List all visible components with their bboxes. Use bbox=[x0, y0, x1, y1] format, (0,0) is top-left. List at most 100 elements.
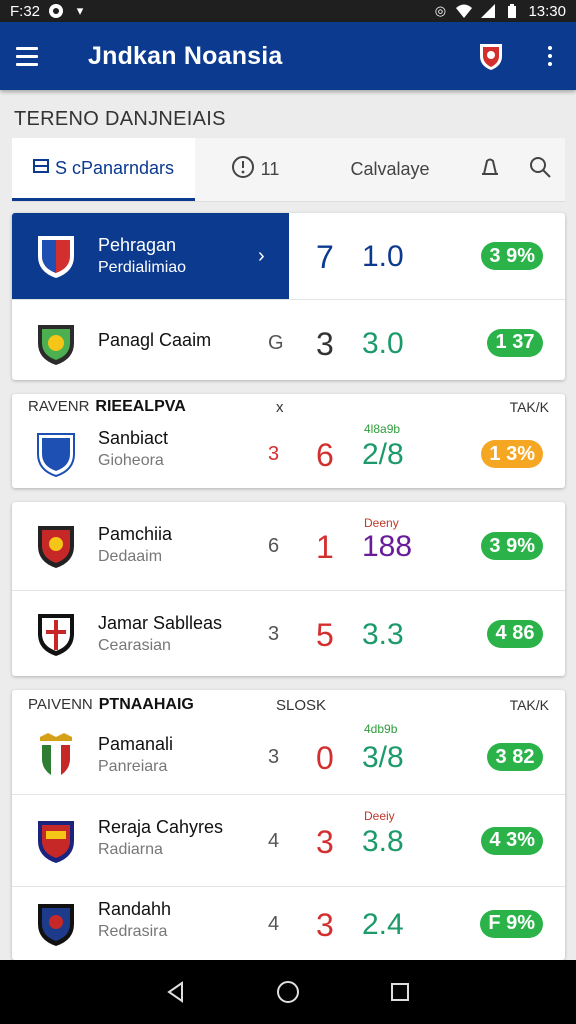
header-right: TAK/K bbox=[509, 697, 549, 713]
percent-badge: 4 3% bbox=[481, 826, 543, 855]
table-row[interactable]: Pamanali Panreiara 3 0 4db9b 3/8 3 82 bbox=[12, 720, 565, 794]
team-crest-icon bbox=[36, 430, 76, 478]
rank-number: 7 bbox=[316, 239, 334, 275]
notification-arrow-icon: ▾ bbox=[76, 3, 84, 18]
app-title: Jndkan Noansia bbox=[88, 41, 283, 70]
team-crest-icon bbox=[36, 522, 76, 570]
team-name: Reraja Cahyres bbox=[98, 817, 224, 837]
score-value: 3.0 bbox=[362, 326, 404, 360]
section-title: TERENO DANJNEIAIS bbox=[14, 108, 226, 130]
group-title: RIEEALPVA bbox=[95, 398, 186, 415]
more-vert-icon[interactable] bbox=[540, 46, 560, 66]
rank-number: 1 bbox=[316, 529, 334, 565]
system-nav-bar bbox=[0, 960, 576, 1024]
rank-number: 6 bbox=[316, 437, 334, 473]
app-bar: Jndkan Noansia bbox=[0, 22, 576, 90]
played-count: 3 bbox=[268, 622, 280, 645]
team-subtitle: Redrasira bbox=[98, 923, 168, 940]
team-name: Jamar Sablleas bbox=[98, 613, 223, 633]
vibrate-icon: ◎ bbox=[434, 3, 447, 18]
tab-calendar[interactable]: Calvalaye bbox=[315, 138, 465, 201]
tab-label: S cPanarndars bbox=[54, 157, 175, 178]
search-icon bbox=[528, 155, 552, 184]
status-clock: 13:30 bbox=[528, 2, 566, 20]
table-icon bbox=[32, 158, 49, 179]
match-card: Pehragan Perdialimiao › 7 1.0 3 9% Panag… bbox=[12, 213, 565, 380]
match-card: Pamchiia Dedaaim 6 1 Deeny 188 3 9% Jama… bbox=[12, 502, 565, 676]
header-label: RAVENR bbox=[28, 398, 90, 415]
played-count: 4 bbox=[268, 829, 280, 852]
table-row[interactable]: Jamar Sablleas Cearasian 3 5 3.3 4 86 bbox=[12, 590, 565, 676]
tab-standings[interactable]: S cPanarndars bbox=[12, 138, 195, 201]
group-title: PTNAAHAIG bbox=[98, 696, 194, 713]
match-card: PAIVENN PTNAAHAIG SLOSK TAK/K Pamanali Pa… bbox=[12, 690, 565, 960]
signal-icon bbox=[480, 4, 496, 18]
rank-number: 3 bbox=[316, 325, 334, 362]
table-row[interactable]: Randahh Redrasira 4 3 2.4 F 9% bbox=[12, 886, 565, 960]
table-row[interactable]: Reraja Cahyres Radiarna 4 3 Deeiy 3.8 4 … bbox=[12, 794, 565, 886]
table-row[interactable]: Pamchiia Dedaaim 6 1 Deeny 188 3 9% bbox=[12, 502, 565, 590]
played-count: G bbox=[268, 331, 284, 354]
team-name: Randahh bbox=[98, 899, 172, 919]
team-crest-icon bbox=[36, 900, 76, 948]
played-count: 3 bbox=[268, 443, 280, 465]
percent-badge: 4 86 bbox=[487, 619, 543, 648]
tab-search[interactable] bbox=[515, 138, 565, 201]
team-crest-icon bbox=[36, 817, 76, 865]
team-subtitle: Radiarna bbox=[98, 841, 163, 858]
tab-live[interactable]: 11 bbox=[195, 138, 315, 201]
tab-bar: S cPanarndars 11 Calvalaye bbox=[12, 138, 565, 202]
header-mid: SLOSK bbox=[276, 696, 327, 714]
hamburger-menu-icon[interactable] bbox=[16, 41, 46, 71]
score-tag: 4db9b bbox=[364, 722, 398, 736]
team-name: Pamchiia bbox=[98, 524, 173, 544]
table-row[interactable]: Pehragan Perdialimiao › 7 1.0 3 9% bbox=[12, 213, 565, 299]
team-name: Sanbiact bbox=[98, 428, 169, 448]
bell-icon bbox=[479, 156, 501, 183]
percent-badge: 1 3% bbox=[481, 440, 543, 468]
team-shield-icon[interactable] bbox=[478, 41, 504, 71]
team-subtitle: Panreiara bbox=[98, 758, 168, 775]
app-notification-icon bbox=[48, 4, 64, 18]
rank-number: 5 bbox=[316, 616, 334, 653]
header-label: PAIVENN bbox=[28, 696, 93, 713]
tab-label: Calvalaye bbox=[350, 159, 430, 179]
team-crest-icon bbox=[36, 733, 76, 781]
score-tag: 4l8a9b bbox=[364, 422, 401, 436]
recents-icon[interactable] bbox=[384, 976, 416, 1008]
status-time: F:32 bbox=[10, 2, 41, 20]
tab-label: 11 bbox=[260, 159, 280, 179]
score-value: 2/8 bbox=[362, 438, 404, 471]
table-row[interactable]: Panagl Caaim G 3 3.0 1 37 bbox=[12, 299, 565, 380]
rank-number: 3 bbox=[316, 906, 334, 943]
team-subtitle: Cearasian bbox=[98, 637, 171, 654]
clock-icon bbox=[231, 155, 255, 184]
score-tag: Deeny bbox=[364, 516, 399, 530]
tab-alerts[interactable] bbox=[465, 138, 515, 201]
back-icon[interactable] bbox=[160, 976, 192, 1008]
battery-icon bbox=[504, 4, 520, 18]
team-name: Pehragan bbox=[98, 235, 177, 255]
team-crest-icon bbox=[36, 232, 76, 280]
percent-badge: 3 9% bbox=[481, 242, 543, 270]
team-name: Panagl Caaim bbox=[98, 330, 212, 350]
played-count: 6 bbox=[268, 535, 280, 557]
match-card: RAVENR RIEEALPVA x TAK/K Sanbiact Gioheor… bbox=[12, 394, 565, 488]
score-value: 3.8 bbox=[362, 824, 404, 858]
table-row[interactable]: Sanbiact Gioheora 3 6 4l8a9b 2/8 1 3% bbox=[12, 420, 565, 488]
percent-badge: 3 82 bbox=[487, 743, 543, 771]
percent-badge: 1 37 bbox=[487, 328, 543, 357]
team-subtitle: Gioheora bbox=[98, 452, 164, 469]
team-crest-icon bbox=[36, 610, 76, 658]
score-value: 1.0 bbox=[362, 240, 404, 273]
percent-badge: F 9% bbox=[480, 909, 543, 938]
wifi-icon bbox=[456, 4, 473, 18]
rank-number: 0 bbox=[316, 740, 334, 776]
team-name: Pamanali bbox=[98, 734, 174, 754]
status-bar: F:32 ▾ ◎ 13:30 bbox=[0, 0, 576, 22]
score-value: 188 bbox=[362, 530, 413, 563]
score-tag: Deeiy bbox=[364, 809, 395, 823]
team-crest-icon bbox=[36, 319, 76, 367]
home-icon[interactable] bbox=[272, 976, 304, 1008]
percent-badge: 3 9% bbox=[481, 532, 543, 560]
